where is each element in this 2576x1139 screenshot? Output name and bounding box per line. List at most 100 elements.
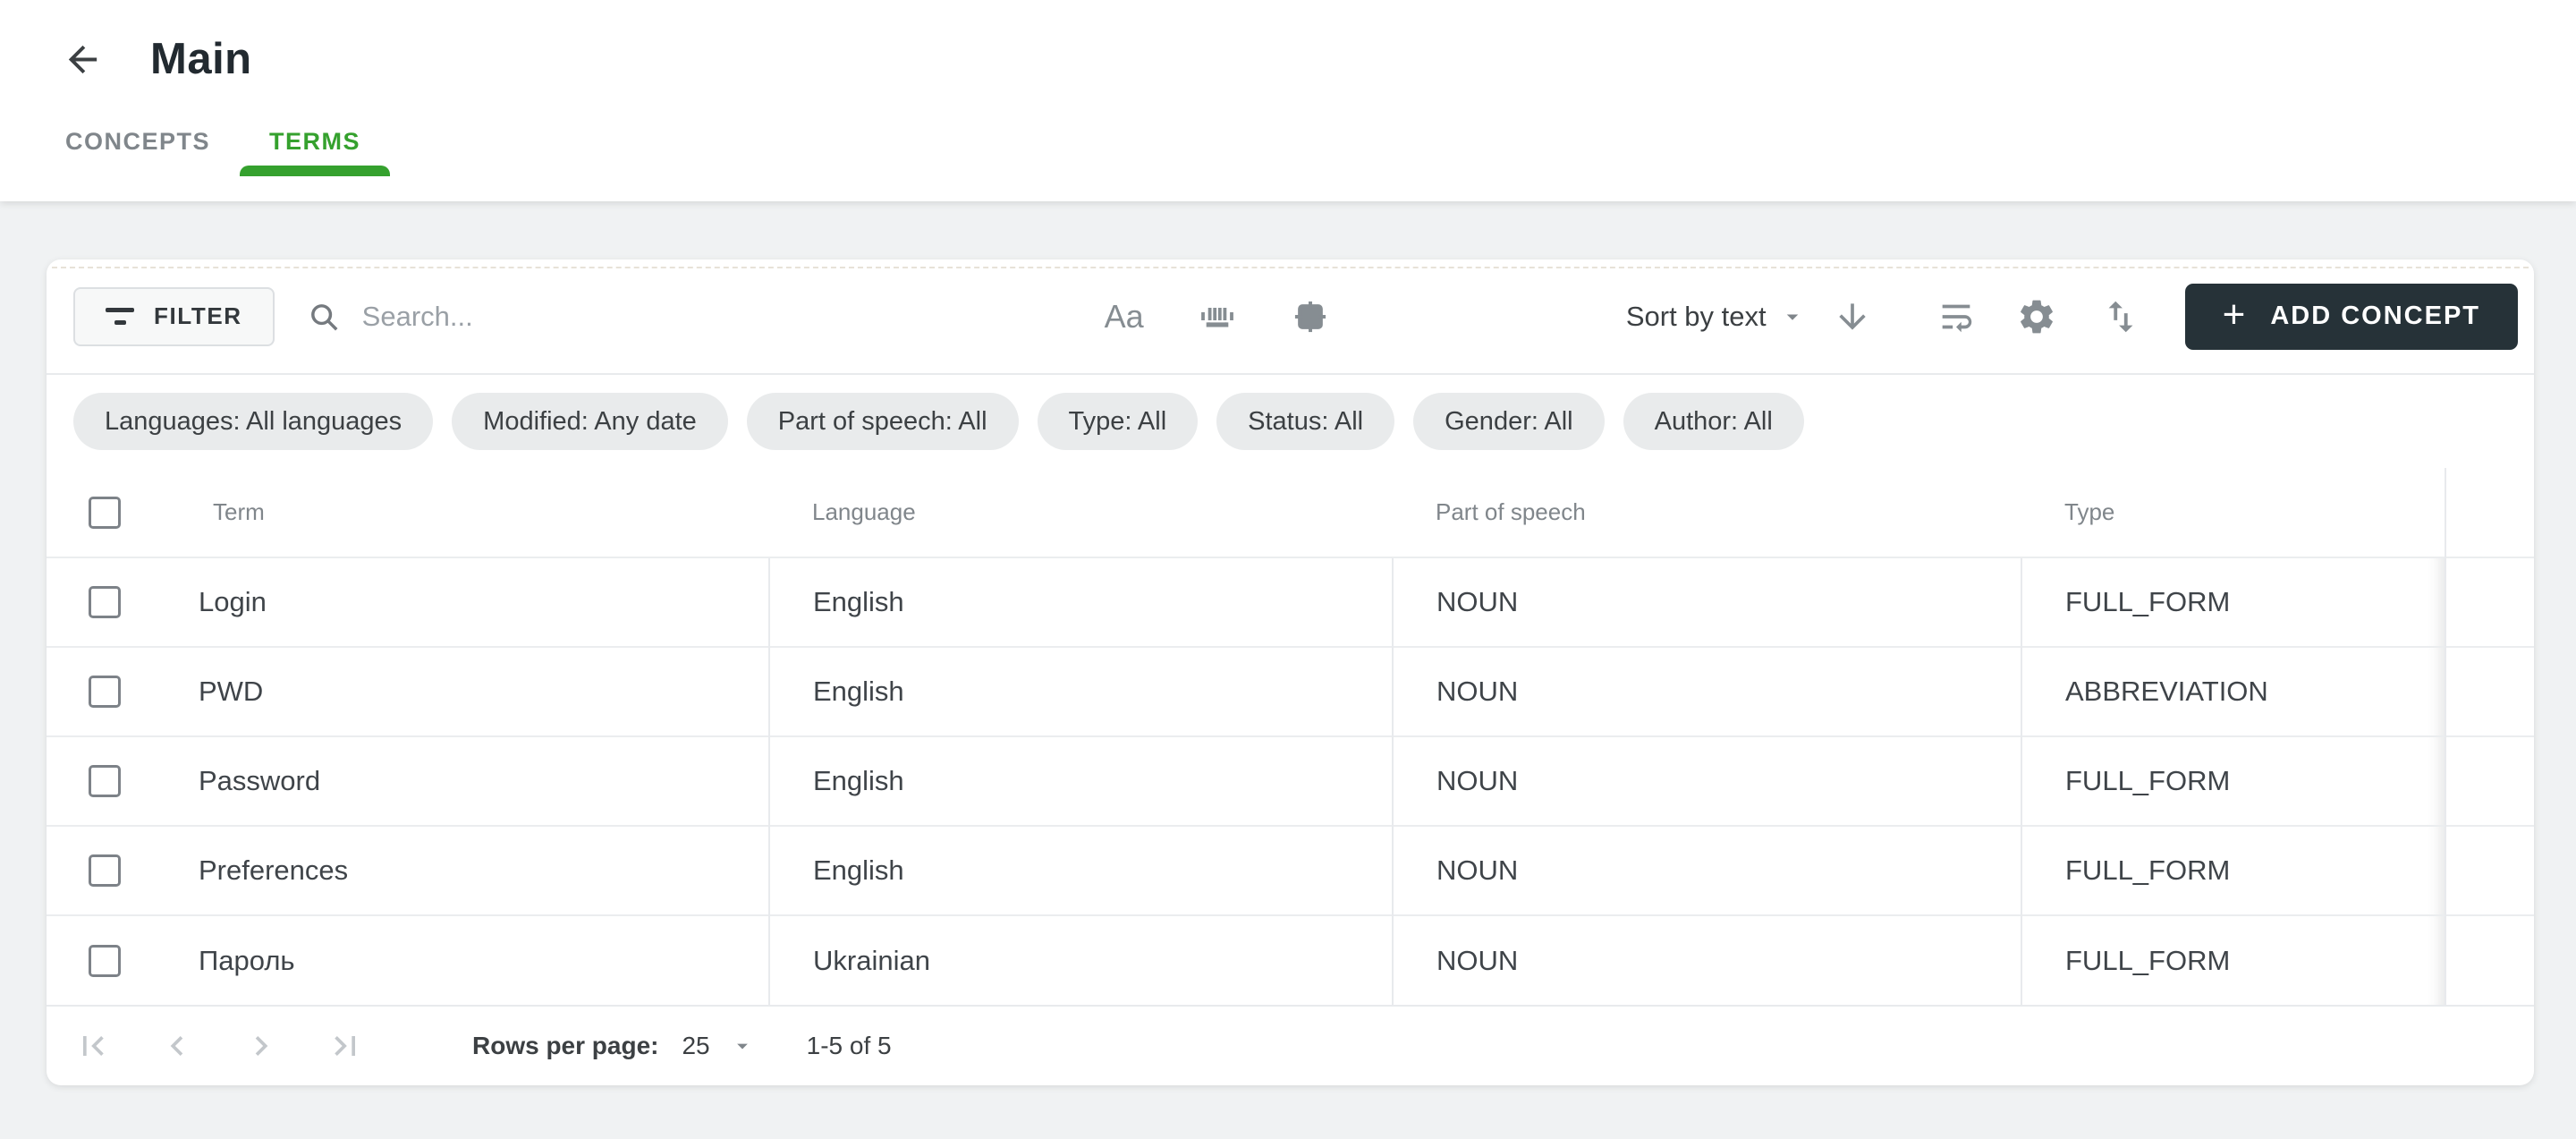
pos-cell: NOUN [1393,736,2021,826]
chevron-left-icon [157,1026,197,1066]
chevron-down-icon [1779,303,1806,330]
term-cell: Пароль [170,915,769,1005]
barcode-icon [1196,295,1239,338]
filter-icon [106,308,134,325]
chevron-right-icon [242,1026,281,1066]
add-concept-label: ADD CONCEPT [2270,302,2480,331]
pos-cell: NOUN [1393,915,2021,1005]
wrap-text-button[interactable] [1933,293,1979,340]
table-row[interactable]: Пароль Ukrainian NOUN FULL_FORM [47,915,2534,1005]
empty-cell [2445,826,2534,915]
filter-button-label: FILTER [154,302,242,330]
row-checkbox[interactable] [89,676,121,708]
sort-label: Sort by text [1626,301,1767,333]
column-header-type: Type [2021,468,2445,557]
language-cell: English [769,557,1393,647]
chip-part-of-speech[interactable]: Part of speech: All [747,393,1019,450]
term-cell: Preferences [170,826,769,915]
import-export-button[interactable] [2097,293,2144,340]
search-input[interactable] [362,301,935,333]
type-cell: FULL_FORM [2021,826,2445,915]
tab-bar: CONCEPTS TERMS [0,107,2576,176]
terms-panel: FILTER Aa [47,259,2534,1085]
swap-vertical-icon [2100,296,2141,337]
filter-button[interactable]: FILTER [73,287,275,346]
rows-per-page-select[interactable]: 25 [682,1032,709,1060]
table-row[interactable]: Login English NOUN FULL_FORM [47,557,2534,647]
term-cell: Login [170,557,769,647]
tab-terms[interactable]: TERMS [240,107,390,176]
column-header-empty [2445,468,2534,557]
page-header: Main CONCEPTS TERMS [0,0,2576,201]
chip-author[interactable]: Author: All [1623,393,1804,450]
row-checkbox[interactable] [89,945,121,977]
chip-gender[interactable]: Gender: All [1413,393,1604,450]
toolbar: FILTER Aa [47,259,2534,375]
type-cell: FULL_FORM [2021,736,2445,826]
pagination-bar: Rows per page: 25 1-5 of 5 [47,1005,2534,1085]
table-header-row: Term Language Part of speech Type [47,468,2534,557]
column-header-pos: Part of speech [1393,468,2021,557]
row-checkbox[interactable] [89,586,121,618]
search-box [307,300,935,334]
first-page-button[interactable] [73,1026,113,1066]
empty-cell [2445,557,2534,647]
table-row[interactable]: Preferences English NOUN FULL_FORM [47,826,2534,915]
search-options: Aa [1101,293,1334,340]
type-cell: FULL_FORM [2021,915,2445,1005]
settings-button[interactable] [2013,293,2060,340]
first-page-icon [73,1026,113,1066]
match-case-button[interactable]: Aa [1101,293,1148,340]
focus-select-button[interactable] [1287,293,1334,340]
empty-cell [2445,915,2534,1005]
language-cell: English [769,826,1393,915]
search-icon [307,300,341,334]
last-page-icon [326,1026,365,1066]
add-concept-button[interactable]: + ADD CONCEPT [2185,284,2518,350]
row-checkbox[interactable] [89,765,121,797]
chip-status[interactable]: Status: All [1216,393,1394,450]
gear-icon [2016,296,2057,337]
column-header-language: Language [769,468,1393,557]
type-cell: FULL_FORM [2021,557,2445,647]
table-row[interactable]: Password English NOUN FULL_FORM [47,736,2534,826]
chevron-down-icon[interactable] [730,1033,755,1058]
pos-cell: NOUN [1393,647,2021,736]
wrap-text-icon [1936,296,1977,337]
terms-table: Term Language Part of speech Type Login … [47,468,2534,1005]
column-header-term: Term [170,468,769,557]
select-all-checkbox[interactable] [89,497,121,529]
tab-concepts[interactable]: CONCEPTS [36,107,240,176]
back-button[interactable] [57,34,107,84]
language-cell: English [769,736,1393,826]
table-row[interactable]: PWD English NOUN ABBREVIATION [47,647,2534,736]
arrow-down-icon [1833,297,1872,336]
language-cell: Ukrainian [769,915,1393,1005]
language-cell: English [769,647,1393,736]
sort-direction-button[interactable] [1829,293,1876,340]
previous-page-button[interactable] [157,1026,197,1066]
pos-cell: NOUN [1393,826,2021,915]
chip-type[interactable]: Type: All [1038,393,1199,450]
next-page-button[interactable] [242,1026,281,1066]
chip-modified[interactable]: Modified: Any date [452,393,728,450]
main-content: FILTER Aa [0,201,2576,1085]
empty-cell [2445,736,2534,826]
center-focus-icon [1288,294,1333,339]
pagination-range: 1-5 of 5 [807,1032,892,1060]
term-cell: PWD [170,647,769,736]
sort-control[interactable]: Sort by text [1626,301,1806,333]
page-title: Main [150,34,252,84]
rows-per-page-label: Rows per page: [472,1032,658,1060]
barcode-button[interactable] [1194,293,1241,340]
pos-cell: NOUN [1393,557,2021,647]
last-page-button[interactable] [326,1026,365,1066]
plus-icon: + [2223,295,2248,335]
empty-cell [2445,647,2534,736]
arrow-left-icon [62,38,104,81]
row-checkbox[interactable] [89,854,121,887]
filter-chips: Languages: All languages Modified: Any d… [47,375,2534,468]
type-cell: ABBREVIATION [2021,647,2445,736]
chip-languages[interactable]: Languages: All languages [73,393,433,450]
term-cell: Password [170,736,769,826]
